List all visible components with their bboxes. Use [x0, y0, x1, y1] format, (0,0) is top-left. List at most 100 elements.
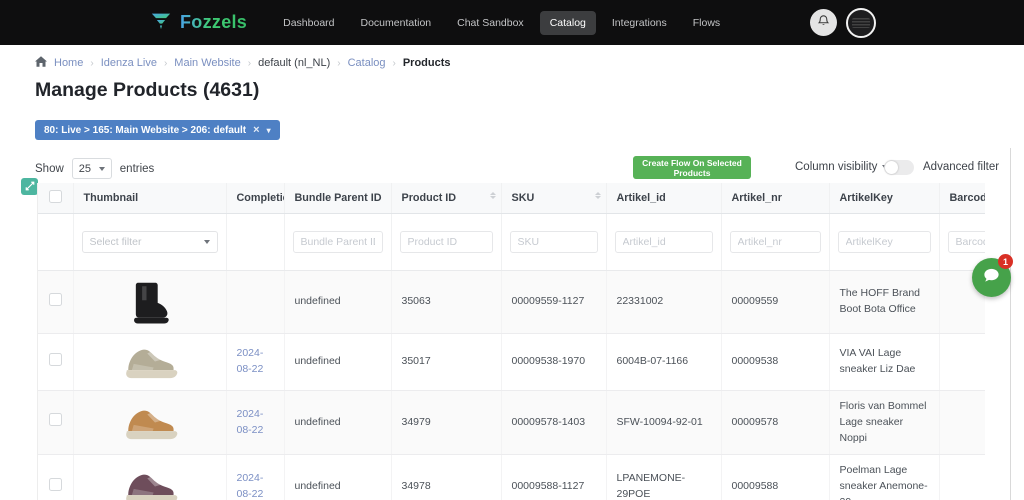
completions-date-link[interactable]: 2024-08-22	[237, 408, 264, 436]
column-visibility-button[interactable]: Column visibility	[795, 161, 888, 173]
table-row: 2024-08-22 undefined 34978 00009588-1127…	[38, 455, 985, 500]
cell-artikel-key: The HOFF Brand Boot Bota Office	[829, 271, 939, 334]
cell-barcode	[939, 455, 985, 500]
cell-artikel-nr: 00009578	[721, 391, 829, 455]
header-sku[interactable]: SKU	[501, 183, 606, 214]
table-header-row: Thumbnail Completions Bundle Parent ID P…	[38, 183, 985, 214]
table-filter-row: Select filter	[38, 214, 985, 271]
toggle-knob	[885, 161, 898, 174]
chat-notification-badge: 1	[998, 254, 1013, 269]
header-bundle-parent-id[interactable]: Bundle Parent ID	[284, 183, 391, 214]
product-thumbnail[interactable]	[84, 342, 216, 382]
right-panel-divider	[1010, 148, 1011, 500]
filter-input-artikel-nr[interactable]	[730, 231, 821, 253]
table-row: 2024-08-22 undefined 34979 00009578-1403…	[38, 391, 985, 455]
filter-input-artikel-id[interactable]	[615, 231, 713, 253]
row-checkbox[interactable]	[49, 293, 62, 306]
nav-item-flows[interactable]: Flows	[683, 11, 730, 35]
header-artikel-nr[interactable]: Artikel_nr	[721, 183, 829, 214]
breadcrumb-home[interactable]: Home	[54, 57, 83, 69]
cell-sku: 00009559-1127	[501, 271, 606, 334]
context-filter-chip[interactable]: 80: Live > 165: Main Website > 206: defa…	[35, 120, 280, 140]
cell-sku: 00009588-1127	[501, 455, 606, 500]
product-thumbnail[interactable]	[84, 467, 216, 500]
breadcrumb-main-website[interactable]: Main Website	[174, 57, 240, 69]
product-thumbnail[interactable]	[84, 403, 216, 443]
filter-input-sku[interactable]	[510, 231, 598, 253]
cell-artikel-nr: 00009559	[721, 271, 829, 334]
nav-item-catalog[interactable]: Catalog	[540, 11, 596, 35]
filter-input-artikel-key[interactable]	[838, 231, 931, 253]
cell-artikel-id: 6004B-07-1166	[606, 334, 721, 391]
completions-date-link[interactable]: 2024-08-22	[237, 347, 264, 375]
cell-product-id: 35063	[391, 271, 501, 334]
notifications-button[interactable]	[810, 9, 837, 36]
chevron-down-icon	[204, 240, 210, 244]
sort-icon[interactable]	[490, 192, 496, 199]
row-checkbox[interactable]	[49, 353, 62, 366]
advanced-filter-label: Advanced filter	[923, 161, 999, 173]
header-artikel-id[interactable]: Artikel_id	[606, 183, 721, 214]
advanced-filter-toggle[interactable]	[884, 160, 914, 175]
expand-icon	[25, 178, 35, 196]
product-thumbnail[interactable]	[84, 279, 216, 325]
cell-sku: 00009538-1970	[501, 334, 606, 391]
expand-table-button[interactable]	[21, 178, 38, 195]
main-nav: Dashboard Documentation Chat Sandbox Cat…	[273, 11, 730, 35]
breadcrumb: Home › Idenza Live › Main Website › defa…	[35, 56, 451, 70]
cell-product-id: 35017	[391, 334, 501, 391]
header-artikel-key[interactable]: ArtikelKey	[829, 183, 939, 214]
table-row: undefined 35063 00009559-1127 22331002 0…	[38, 271, 985, 334]
cell-bundle-parent-id: undefined	[284, 271, 391, 334]
nav-item-integrations[interactable]: Integrations	[602, 11, 677, 35]
breadcrumb-default-locale: default (nl_NL)	[258, 57, 330, 69]
sort-icon[interactable]	[595, 192, 601, 199]
header-thumbnail[interactable]: Thumbnail	[73, 183, 226, 214]
completions-date-link[interactable]: 2024-08-22	[237, 472, 264, 500]
row-checkbox[interactable]	[49, 413, 62, 426]
header-barcode[interactable]: Barcodele	[939, 183, 985, 214]
entries-control: Show 25 entries	[35, 158, 154, 179]
cell-bundle-parent-id: undefined	[284, 391, 391, 455]
filter-input-bundle-parent-id[interactable]	[293, 231, 383, 253]
brand-logo[interactable]: Fozzels	[150, 9, 247, 36]
cell-barcode	[939, 391, 985, 455]
breadcrumb-catalog[interactable]: Catalog	[348, 57, 386, 69]
cell-artikel-key: Poelman Lage sneaker Anemone-29	[829, 455, 939, 500]
breadcrumb-separator: ›	[393, 58, 396, 69]
header-select-all	[38, 183, 73, 214]
page-title: Manage Products (4631)	[35, 79, 259, 102]
breadcrumb-separator: ›	[90, 58, 93, 69]
create-flow-button[interactable]: Create Flow On Selected Products	[633, 156, 751, 179]
chip-close-icon[interactable]: ×	[253, 124, 259, 136]
breadcrumb-idenza-live[interactable]: Idenza Live	[101, 57, 157, 69]
page-size-select[interactable]: 25	[72, 158, 112, 179]
cell-artikel-id: LPANEMONE-29POE	[606, 455, 721, 500]
select-filter-dropdown[interactable]: Select filter	[82, 231, 218, 253]
nav-item-documentation[interactable]: Documentation	[351, 11, 442, 35]
nav-item-chat-sandbox[interactable]: Chat Sandbox	[447, 11, 534, 35]
filter-input-product-id[interactable]	[400, 231, 493, 253]
user-avatar[interactable]	[846, 8, 876, 38]
bell-icon	[817, 14, 830, 32]
cell-artikel-nr: 00009588	[721, 455, 829, 500]
column-visibility-label: Column visibility	[795, 161, 877, 173]
products-table: Thumbnail Completions Bundle Parent ID P…	[37, 183, 985, 500]
header-completions[interactable]: Completions	[226, 183, 284, 214]
nav-item-dashboard[interactable]: Dashboard	[273, 11, 344, 35]
fozzels-logo-icon	[150, 9, 172, 36]
cell-artikel-key: VIA VAI Lage sneaker Liz Dae	[829, 334, 939, 391]
brand-name: Fozzels	[180, 12, 247, 33]
cell-artikel-id: 22331002	[606, 271, 721, 334]
row-checkbox[interactable]	[49, 478, 62, 491]
select-all-checkbox[interactable]	[49, 190, 62, 203]
cell-product-id: 34978	[391, 455, 501, 500]
cell-artikel-nr: 00009538	[721, 334, 829, 391]
home-icon[interactable]	[35, 56, 47, 70]
header-product-id[interactable]: Product ID	[391, 183, 501, 214]
table-row: 2024-08-22 undefined 35017 00009538-1970…	[38, 334, 985, 391]
cell-artikel-id: SFW-10094-92-01	[606, 391, 721, 455]
chip-caret-icon[interactable]: ▾	[267, 126, 271, 135]
filter-input-barcode[interactable]	[948, 231, 986, 253]
breadcrumb-separator: ›	[337, 58, 340, 69]
